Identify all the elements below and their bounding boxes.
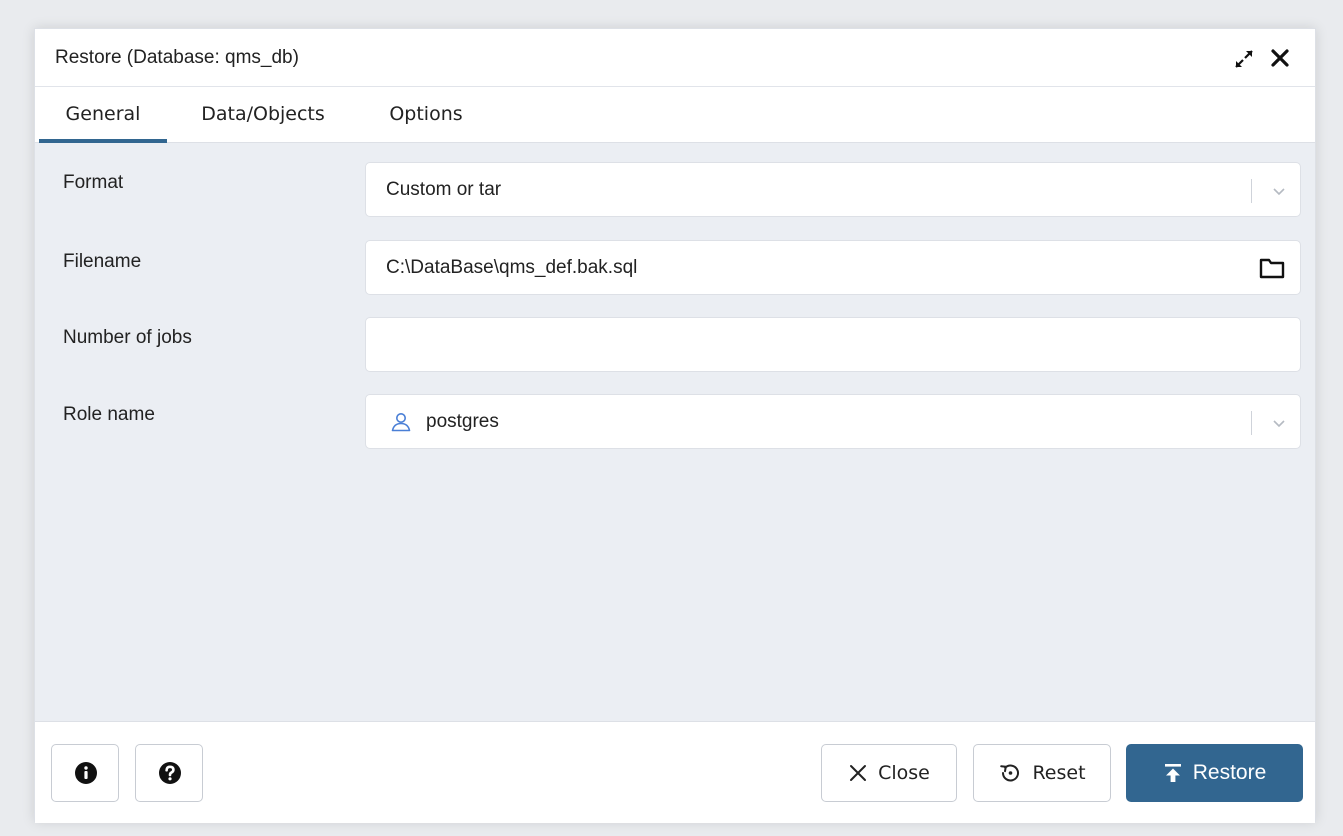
close-x-icon: [850, 765, 867, 781]
role-value: postgres: [426, 411, 499, 432]
dialog-titlebar: Restore (Database: qms_db): [35, 29, 1315, 87]
filename-label: Filename: [63, 251, 142, 272]
tab-options[interactable]: Options: [365, 87, 487, 143]
close-button[interactable]: Close: [821, 744, 957, 802]
help-icon: [159, 762, 181, 784]
filename-value: C:\DataBase\qms_def.bak.sql: [386, 257, 638, 278]
info-icon: [75, 762, 97, 784]
tab-general[interactable]: General: [39, 87, 167, 143]
reset-icon: [1000, 764, 1020, 782]
tab-data-objects[interactable]: Data/Objects: [177, 87, 349, 143]
folder-icon[interactable]: [1258, 255, 1286, 281]
dialog-title: Restore (Database: qms_db): [55, 47, 299, 68]
expand-icon[interactable]: [1232, 47, 1256, 71]
tab-bar: General Data/Objects Options: [35, 87, 1315, 143]
restore-button[interactable]: Restore: [1126, 744, 1303, 802]
filename-input[interactable]: C:\DataBase\qms_def.bak.sql: [365, 240, 1301, 295]
jobs-input[interactable]: [365, 317, 1301, 372]
info-button[interactable]: [51, 744, 119, 802]
restore-button-label: Restore: [1192, 761, 1267, 784]
restore-dialog: Restore (Database: qms_db) General Data/…: [34, 28, 1316, 823]
dialog-footer: Close Reset Restore: [35, 721, 1315, 823]
help-button[interactable]: [135, 744, 203, 802]
format-value: Custom or tar: [386, 179, 502, 200]
select-divider: [1251, 179, 1252, 203]
reset-button[interactable]: Reset: [973, 744, 1111, 802]
chevron-down-icon[interactable]: [1270, 182, 1288, 200]
jobs-label: Number of jobs: [63, 327, 192, 348]
format-label: Format: [63, 172, 124, 193]
close-icon[interactable]: [1269, 47, 1291, 69]
role-select[interactable]: postgres: [365, 394, 1301, 449]
upload-icon: [1164, 764, 1181, 782]
select-divider: [1251, 411, 1252, 435]
reset-button-label: Reset: [1032, 762, 1086, 784]
chevron-down-icon[interactable]: [1270, 414, 1288, 432]
role-label: Role name: [63, 404, 155, 425]
format-select[interactable]: Custom or tar: [365, 162, 1301, 217]
close-button-label: Close: [878, 762, 930, 784]
user-icon: [391, 413, 411, 432]
